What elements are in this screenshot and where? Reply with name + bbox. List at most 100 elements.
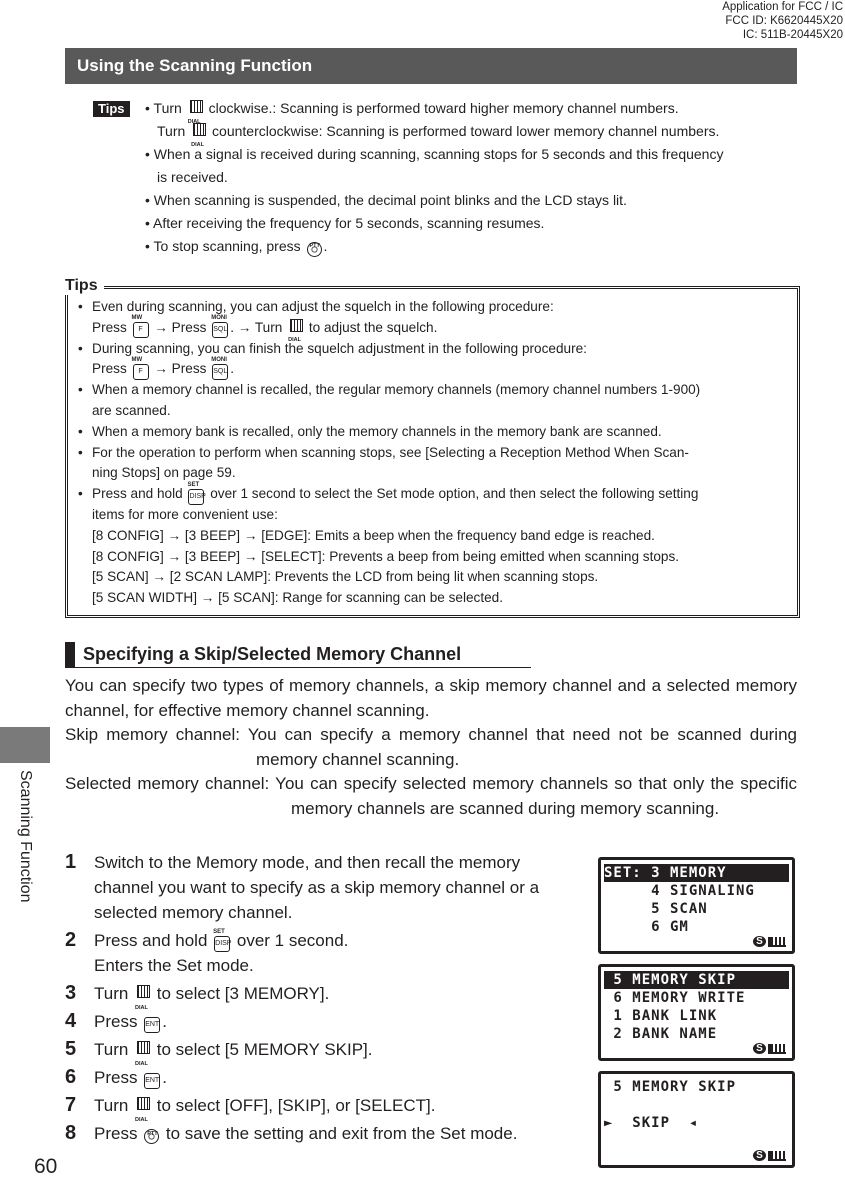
step-7: 7 Turn to select [OFF], [SKIP], or [SELEC… [65, 1093, 595, 1133]
disp-key-icon: DISP SET [187, 482, 206, 505]
skip-definition: Skip memory channel: You can specify a m… [65, 725, 797, 769]
tips-badge: Tips [93, 101, 130, 117]
text: → Press [150, 319, 211, 335]
battery-icon [768, 1043, 786, 1054]
step-number: 2 [65, 929, 77, 951]
text: • To stop scanning, press [145, 238, 305, 254]
step-3: 3 Turn to select [3 MEMORY]. [65, 981, 595, 1021]
page-number: 60 [34, 1155, 58, 1178]
key-label: F [138, 367, 143, 375]
step-line: channel you want to specify as a skip me… [94, 875, 595, 900]
step-text: Press ENT. [94, 1065, 595, 1090]
key-sublabel: SET [187, 481, 200, 488]
dial-icon [191, 122, 207, 157]
lcd-status: S [753, 936, 786, 947]
text: to select [3 MEMORY]. [152, 984, 330, 1003]
sql-key-icon: SQL MONI [211, 315, 229, 339]
step-number: 8 [65, 1122, 77, 1144]
key-label: DISP [215, 939, 232, 947]
text: over 1 second to select the Set mode opt… [206, 486, 699, 502]
text: When a memory bank is recalled, only the… [92, 423, 662, 439]
text: [5 SCAN] → [2 SCAN LAMP]: Prevents the L… [92, 569, 599, 585]
bullet: • [78, 382, 83, 398]
key-label: F [138, 326, 143, 334]
key-label: ENT [145, 1076, 160, 1084]
lcd-row: 4 SIGNALING [604, 883, 755, 899]
fcc-line: FCC ID: K6620445X20 [725, 15, 843, 27]
fcc-line: IC: 511B-20445X20 [742, 29, 843, 41]
text: clockwise.: Scanning is performed toward… [204, 100, 679, 116]
list-line: • When a memory bank is recalled, only th… [78, 422, 790, 443]
sql-key-icon: SQL MONI [211, 357, 229, 380]
key-sublabel: MONI [211, 356, 227, 363]
text: During scanning, you can finish the sque… [92, 340, 587, 356]
text: • When a signal is received during scann… [145, 146, 724, 162]
list-line: Press F MW → Press SQL MONI. → Turn to adj… [78, 315, 790, 351]
dial-icon [288, 318, 304, 351]
list-line: • When a memory channel is recalled, the … [78, 380, 790, 401]
text: to select [5 MEMORY SKIP]. [152, 1040, 373, 1059]
section-title: Specifying a Skip/Selected Memory Channe… [65, 642, 531, 668]
step-line: Press to save the setting and exit from … [94, 1121, 595, 1147]
lcd-row: ► SKIP ◂ [604, 1115, 699, 1131]
dial-icon [135, 1041, 151, 1077]
s-indicator-icon: S [753, 1043, 766, 1054]
dial-icon [135, 1097, 151, 1133]
step-number: 7 [65, 1094, 77, 1116]
text: over 1 second. [232, 931, 349, 950]
lcd-row: 1 BANK LINK [604, 1008, 718, 1024]
tips-box-list: • Even during scanning, you can adjust th… [78, 297, 790, 609]
text: Turn [94, 1096, 134, 1115]
text: Press [92, 319, 131, 335]
ent-key-icon: ENT [144, 1016, 161, 1033]
ptt-button-icon [306, 235, 322, 258]
ent-key-icon: ENT [144, 1072, 161, 1089]
text: • When scanning is suspended, the decima… [145, 192, 627, 208]
list-line: • When scanning is suspended, the decima… [145, 189, 800, 212]
list-line: • When a signal is received during scann… [145, 143, 800, 166]
lcd-row [604, 1132, 789, 1150]
bullet: • [78, 299, 83, 314]
text: channel you want to specify as a skip me… [94, 878, 540, 897]
text: to select [OFF], [SKIP], or [SELECT]. [152, 1096, 436, 1115]
text: . → Turn [230, 319, 287, 335]
text: . [162, 1012, 167, 1031]
dial-icon [135, 985, 151, 1021]
text: to save the setting and exit from the Se… [161, 1124, 518, 1143]
text: Switch to the Memory mode, and then reca… [94, 853, 521, 872]
text: Press [92, 361, 131, 377]
bullet: • [78, 340, 83, 356]
body-text: You can specify two types of memory chan… [65, 674, 797, 822]
list-line: • For the operation to perform when scann… [78, 443, 790, 464]
key-sublabel: SET [213, 928, 225, 935]
step-text: Press to save the setting and exit from … [94, 1121, 595, 1147]
lcd-row: SET: 3 MEMORY [604, 864, 789, 882]
list-line: ning Stops] on page 59. [78, 463, 790, 484]
text: are scanned. [92, 402, 171, 418]
intro-paragraph: You can specify two types of memory chan… [65, 676, 797, 720]
lcd-status: S [753, 1043, 786, 1054]
lcd-screen-3: 5 MEMORY SKIP ► SKIP ◂ S [598, 1071, 795, 1168]
bullet: • [78, 486, 83, 502]
list-line: Press F MW → Press SQL MONI. [78, 356, 790, 380]
sidebar-label-text: Scanning Function [17, 770, 34, 903]
step-line: Switch to the Memory mode, and then reca… [94, 850, 595, 875]
lcd-status: S [753, 1150, 786, 1161]
s-indicator-icon: S [753, 936, 766, 947]
key-sublabel: MW [131, 356, 143, 363]
tips-box-label: Tips [65, 277, 104, 295]
lcd-screen-2: 5 MEMORY SKIP 6 MEMORY WRITE 1 BANK LINK… [598, 964, 795, 1061]
key-sublabel: MW [131, 315, 143, 322]
text: [8 CONFIG] → [3 BEEP] → [EDGE]: Emits a … [92, 527, 655, 543]
text: counterclockwise: Scanning is performed … [208, 123, 720, 139]
key-label: SQL [213, 367, 228, 375]
step-line: Enters the Set mode. [94, 953, 595, 978]
bullet: • [78, 423, 83, 439]
selected-definition: Selected memory channel: You can specify… [65, 774, 797, 818]
list-line: • After receiving the frequency for 5 se… [145, 212, 800, 235]
steps-list: 1 Switch to the Memory mode, and then rec… [65, 850, 595, 1147]
step-number: 1 [65, 851, 77, 873]
list-line: [5 SCAN] → [2 SCAN LAMP]: Prevents the L… [78, 567, 790, 588]
tips-list: • Turn clockwise.: Scanning is performed… [145, 97, 800, 258]
lcd-row: 6 GM [604, 919, 689, 935]
